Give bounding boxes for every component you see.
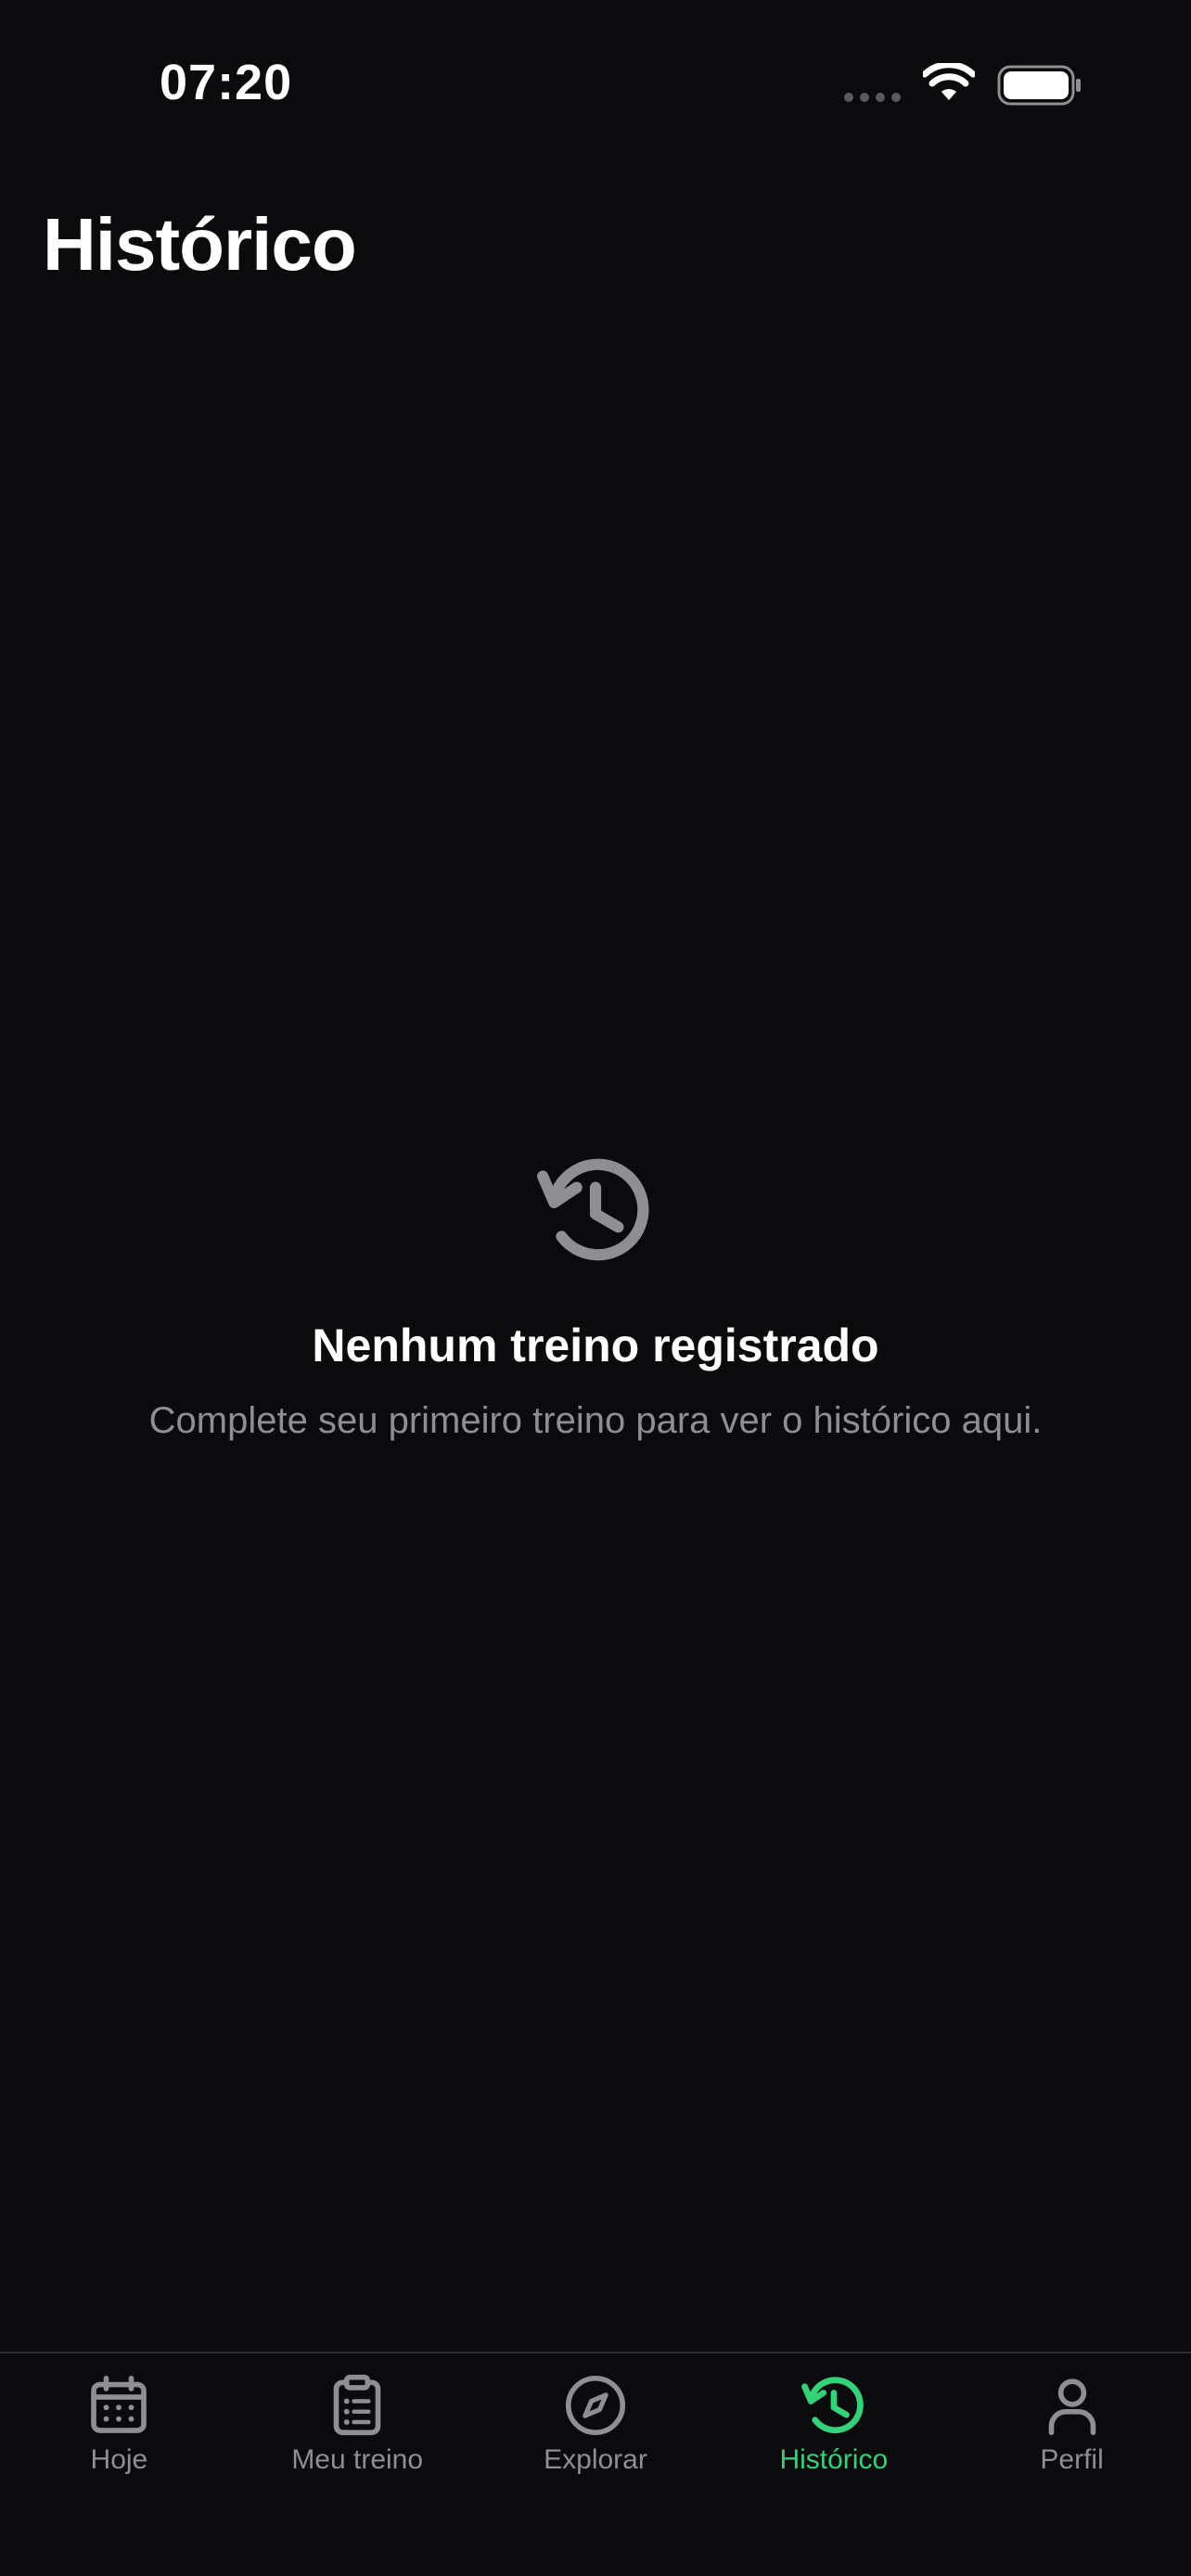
- tab-explorar[interactable]: Explorar: [477, 2353, 715, 2576]
- page-title: Histórico: [43, 203, 357, 286]
- empty-state-title: Nenhum treino registrado: [312, 1320, 879, 1371]
- empty-state-subtitle: Complete seu primeiro treino para ver o …: [148, 1400, 1043, 1441]
- tab-label: Histórico: [779, 2444, 889, 2475]
- tab-label: Meu treino: [291, 2444, 424, 2475]
- tab-label: Hoje: [90, 2444, 148, 2475]
- empty-state: Nenhum treino registrado Complete seu pr…: [0, 1150, 1191, 1442]
- tab-meu-treino[interactable]: Meu treino: [238, 2353, 477, 2576]
- tab-historico[interactable]: Histórico: [714, 2353, 953, 2576]
- battery-icon: [997, 65, 1081, 106]
- clipboard-list-icon: [333, 2374, 381, 2436]
- screen: 07:20 Histórico Nenhum treino registrado…: [0, 0, 1191, 2576]
- compass-icon: [565, 2375, 626, 2436]
- tab-label: Explorar: [544, 2444, 647, 2475]
- history-icon: [800, 2377, 864, 2434]
- tab-label: Perfil: [1040, 2444, 1104, 2475]
- tab-perfil[interactable]: Perfil: [953, 2353, 1191, 2576]
- person-icon: [1048, 2378, 1095, 2436]
- wifi-icon: [923, 63, 975, 100]
- history-icon: [537, 1158, 649, 1261]
- tab-hoje[interactable]: Hoje: [0, 2353, 238, 2576]
- status-bar: 07:20: [0, 0, 1191, 176]
- status-time: 07:20: [160, 55, 293, 110]
- cellular-signal-icon: [844, 93, 901, 102]
- calendar-icon: [91, 2375, 147, 2433]
- tab-bar: Hoje Meu treino Explorar Histórico Perfi…: [0, 2352, 1191, 2576]
